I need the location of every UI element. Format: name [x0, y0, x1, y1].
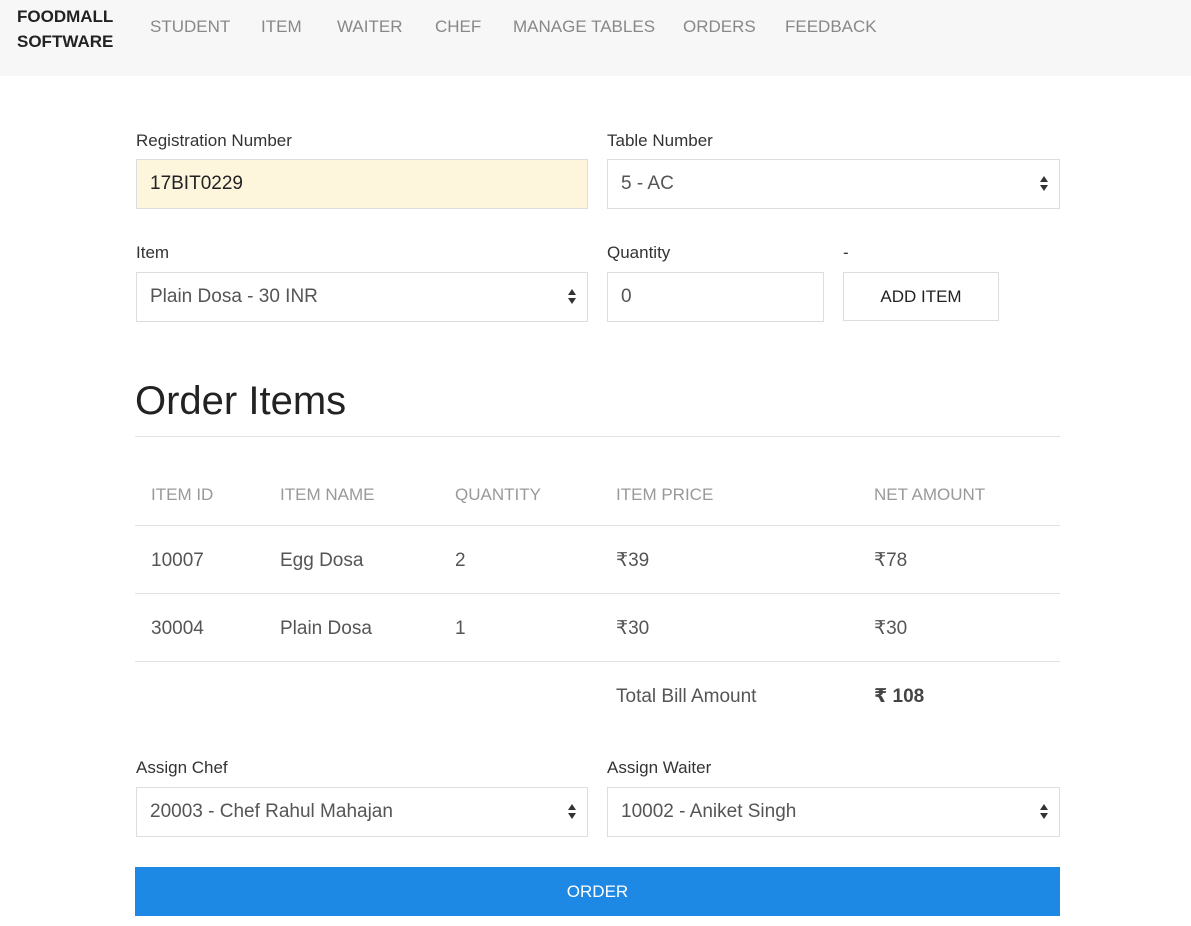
- select-arrows-icon: [1040, 803, 1048, 821]
- nav-item-chef[interactable]: CHEF: [435, 17, 481, 37]
- table-number-value: 5 - AC: [621, 173, 674, 194]
- column-header-item-id: ITEM ID: [151, 485, 214, 504]
- nav-item-student[interactable]: STUDENT: [150, 17, 230, 37]
- order-items-heading: Order Items: [135, 379, 347, 423]
- cell-item-name: Egg Dosa: [280, 550, 364, 571]
- table-divider: [135, 661, 1060, 662]
- item-select[interactable]: Plain Dosa - 30 INR: [136, 272, 588, 322]
- column-header-item-name: ITEM NAME: [280, 485, 375, 504]
- nav-item-manage-tables[interactable]: MANAGE TABLES: [513, 17, 655, 37]
- select-arrows-icon: [1040, 175, 1048, 193]
- top-navbar: FOODMALL SOFTWARE STUDENT ITEM WAITER CH…: [0, 0, 1191, 76]
- nav-item-orders[interactable]: ORDERS: [683, 17, 756, 37]
- cell-item-id: 30004: [151, 618, 204, 639]
- cell-item-id: 10007: [151, 550, 204, 571]
- cell-item-name: Plain Dosa: [280, 618, 372, 639]
- cell-item-price: ₹39: [616, 550, 650, 571]
- assign-chef-value: 20003 - Chef Rahul Mahajan: [150, 801, 393, 822]
- order-button[interactable]: ORDER: [135, 867, 1060, 916]
- column-header-item-price: ITEM PRICE: [616, 485, 714, 504]
- table-number-select[interactable]: 5 - AC: [607, 159, 1060, 209]
- quantity-input[interactable]: 0: [607, 272, 824, 322]
- nav-item-waiter[interactable]: WAITER: [337, 17, 402, 37]
- section-divider: [135, 436, 1060, 437]
- assign-waiter-select[interactable]: 10002 - Aniket Singh: [607, 787, 1060, 837]
- registration-number-value: 17BIT0229: [150, 173, 243, 194]
- brand-logo-text[interactable]: FOODMALL SOFTWARE: [17, 4, 127, 54]
- column-header-net-amount: NET AMOUNT: [874, 485, 986, 504]
- nav-item-item[interactable]: ITEM: [261, 17, 302, 37]
- cell-quantity: 2: [455, 550, 466, 571]
- registration-number-label: Registration Number: [136, 131, 292, 150]
- cell-quantity: 1: [455, 618, 466, 639]
- cell-item-price: ₹30: [616, 618, 650, 639]
- nav-item-feedback[interactable]: FEEDBACK: [785, 17, 877, 37]
- item-label: Item: [136, 243, 170, 262]
- assign-chef-select[interactable]: 20003 - Chef Rahul Mahajan: [136, 787, 588, 837]
- column-header-quantity: QUANTITY: [455, 485, 541, 504]
- cell-net-amount: ₹78: [874, 550, 908, 571]
- add-item-button[interactable]: ADD ITEM: [843, 272, 999, 321]
- select-arrows-icon: [568, 803, 576, 821]
- assign-waiter-label: Assign Waiter: [607, 758, 712, 777]
- item-value: Plain Dosa - 30 INR: [150, 286, 318, 307]
- select-arrows-icon: [568, 288, 576, 306]
- total-bill-value: ₹ 108: [874, 686, 925, 707]
- cell-net-amount: ₹30: [874, 618, 908, 639]
- registration-number-input[interactable]: 17BIT0229: [136, 159, 588, 209]
- table-divider: [135, 525, 1060, 526]
- assign-waiter-value: 10002 - Aniket Singh: [621, 801, 797, 822]
- table-number-label: Table Number: [607, 131, 713, 150]
- table-divider: [135, 593, 1060, 594]
- assign-chef-label: Assign Chef: [136, 758, 228, 777]
- quantity-value: 0: [621, 286, 632, 307]
- total-bill-label: Total Bill Amount: [616, 686, 757, 707]
- quantity-label: Quantity: [607, 243, 671, 262]
- add-item-label: -: [843, 243, 849, 262]
